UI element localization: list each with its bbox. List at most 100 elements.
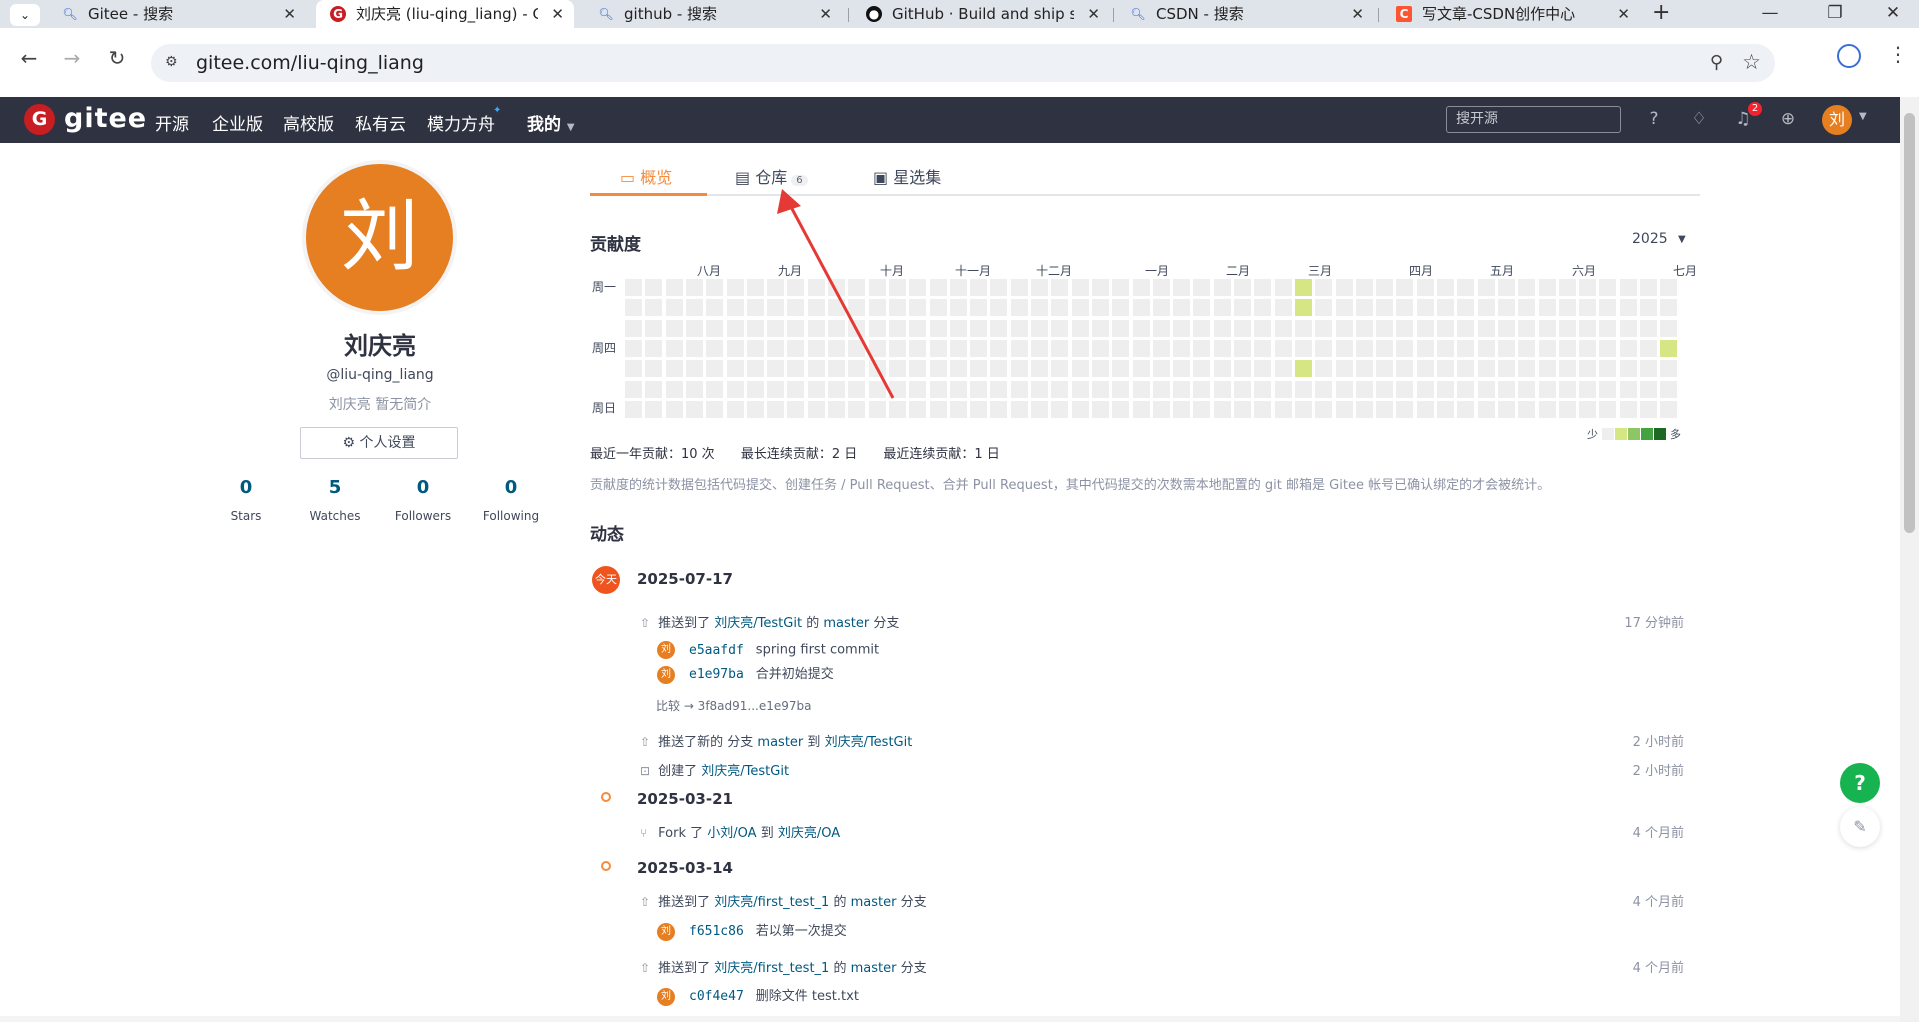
close-icon[interactable]: ✕ [1087, 0, 1100, 28]
chevron-down-icon[interactable]: ▼ [1859, 111, 1867, 122]
nav-mine[interactable]: 我的 ▼ [527, 110, 575, 135]
star-collection-icon: ▣ [873, 168, 889, 187]
help-circle-icon[interactable]: ? [1642, 107, 1666, 131]
commit-sha-link[interactable]: f651c86 [689, 924, 744, 939]
repo-link[interactable]: 刘庆亮/TestGit [701, 764, 789, 779]
heatmap-cell [1193, 340, 1210, 357]
browser-tab[interactable]: 🔍︎ CSDN - 搜索 ✕ [1116, 0, 1374, 28]
heatmap-cell [1518, 299, 1535, 316]
stat-stars[interactable]: 0 Stars [201, 474, 291, 523]
event-time: 2 小时前 [1632, 764, 1684, 779]
stat-watches[interactable]: 5 Watches [290, 474, 380, 523]
branch-link[interactable]: master [757, 735, 803, 750]
new-tab-icon[interactable]: + [1652, 0, 1670, 26]
heatmap-cell [1579, 299, 1596, 316]
timeline-dot [601, 792, 611, 802]
close-icon[interactable]: ✕ [283, 0, 296, 28]
forward-icon[interactable]: → [57, 46, 87, 70]
browser-tab[interactable]: ● GitHub · Build and ship software ✕ [852, 0, 1110, 28]
repo-link[interactable]: 刘庆亮/first_test_1 [714, 895, 829, 910]
commit-sha-link[interactable]: c0f4e47 [689, 989, 744, 1004]
close-icon[interactable]: ✕ [1351, 0, 1364, 28]
feedback-edit-icon[interactable]: ✎ [1840, 807, 1880, 847]
heatmap-cell [1457, 279, 1474, 296]
commit-sha-link[interactable]: e5aafdf [689, 643, 744, 658]
nav-enterprise[interactable]: 企业版 [212, 110, 263, 135]
minimize-icon[interactable]: — [1750, 0, 1790, 26]
heatmap-cell [1417, 299, 1434, 316]
heatmap-cell [1315, 401, 1332, 418]
nav-open-source[interactable]: 开源 [155, 110, 189, 135]
branch-link[interactable]: master [851, 961, 897, 976]
heatmap-cell [1437, 401, 1454, 418]
repo-link[interactable]: 小刘/OA [707, 826, 756, 841]
settings-button[interactable]: ⚙ 个人设置 [300, 427, 458, 459]
close-icon[interactable]: ✕ [1617, 0, 1630, 28]
heatmap-cell [1214, 360, 1231, 377]
repo-link[interactable]: 刘庆亮/TestGit [714, 616, 802, 631]
back-icon[interactable]: ← [14, 46, 44, 70]
heatmap-cell [1579, 279, 1596, 296]
heatmap-cell [1559, 381, 1576, 398]
close-icon[interactable]: ✕ [819, 0, 832, 28]
heatmap-cell [1315, 279, 1332, 296]
tab-overview[interactable]: ▭ 概览 [620, 164, 672, 188]
scrollbar-thumb[interactable] [1904, 113, 1915, 533]
heatmap-cell [1559, 340, 1576, 357]
close-icon[interactable]: ✕ [551, 0, 564, 28]
help-button[interactable]: ? [1840, 763, 1880, 803]
tab-search-menu-icon[interactable]: ⌄ [10, 4, 40, 26]
browser-menu-icon[interactable]: ⋮ [1888, 42, 1908, 66]
month-label: 七月 [1673, 264, 1698, 278]
branch-link[interactable]: master [851, 895, 897, 910]
user-avatar[interactable]: 刘 [1822, 105, 1852, 135]
repo-link[interactable]: 刘庆亮/TestGit [825, 735, 913, 750]
nav-moli[interactable]: 模力方舟 [427, 110, 495, 135]
browser-tab[interactable]: 🔍︎ github - 搜索 ✕ [584, 0, 842, 28]
plus-circle-icon[interactable]: ⊕ [1776, 107, 1800, 131]
heatmap-cell [645, 360, 662, 377]
gitee-wordmark[interactable]: gitee [64, 103, 147, 134]
year-select[interactable]: 2025 [1632, 231, 1668, 247]
heatmap-cell [1640, 279, 1657, 296]
url-text[interactable]: gitee.com/liu-qing_liang [196, 52, 424, 74]
heatmap-cell [1498, 401, 1515, 418]
gitee-logo-icon[interactable]: G [24, 104, 55, 135]
chevron-down-icon[interactable]: ▼ [1678, 234, 1686, 245]
heatmap-cell [1254, 299, 1271, 316]
lightbulb-icon[interactable]: ♢ [1687, 107, 1711, 131]
heatmap-cell [1072, 320, 1089, 337]
tab-title: 写文章-CSDN创作中心 [1422, 5, 1576, 23]
address-bar[interactable]: ⚙ gitee.com/liu-qing_liang ⚲ ☆ [151, 44, 1775, 82]
commit-sha-link[interactable]: e1e97ba [689, 667, 744, 682]
tab-stars[interactable]: ▣ 星选集 [873, 164, 941, 188]
reload-icon[interactable]: ↻ [102, 46, 132, 70]
stat-following[interactable]: 0 Following [466, 474, 556, 523]
bookmark-star-icon[interactable]: ☆ [1742, 50, 1761, 74]
zoom-icon[interactable]: ⚲ [1710, 52, 1723, 73]
tab-repos[interactable]: ▤ 仓库 6 [735, 164, 808, 188]
branch-link[interactable]: master [823, 616, 869, 631]
window-close-icon[interactable]: ✕ [1873, 0, 1913, 26]
heatmap-cell [889, 340, 906, 357]
repo-link[interactable]: 刘庆亮/OA [778, 826, 840, 841]
browser-tab[interactable]: 🔍︎ Gitee - 搜索 ✕ [48, 0, 306, 28]
search-input[interactable]: 搜开源 [1446, 106, 1621, 133]
event-text: 分支 [900, 895, 927, 910]
restore-icon[interactable]: ❐ [1815, 0, 1855, 26]
heatmap-cell [1254, 279, 1271, 296]
browser-tab[interactable]: C 写文章-CSDN创作中心 ✕ [1382, 0, 1640, 28]
recent-streak: 最近连续贡献：1 日 [883, 447, 1000, 462]
page-scrollbar[interactable] [1900, 97, 1919, 1022]
browser-tab-active[interactable]: G 刘庆亮 (liu-qing_liang) - Gitee ✕ [316, 0, 574, 28]
site-info-icon[interactable]: ⚙ [165, 54, 178, 70]
heatmap-cell [1660, 381, 1677, 398]
profile-icon[interactable] [1837, 44, 1861, 68]
heatmap-cell [1599, 299, 1616, 316]
repo-link[interactable]: 刘庆亮/first_test_1 [714, 961, 829, 976]
event-text: 推送了新的 分支 [658, 735, 754, 750]
nav-education[interactable]: 高校版 [283, 110, 334, 135]
compare-link[interactable]: 比较 → 3f8ad91...e1e97ba [656, 697, 812, 714]
stat-followers[interactable]: 0 Followers [378, 474, 468, 523]
nav-private-cloud[interactable]: 私有云 [355, 110, 406, 135]
